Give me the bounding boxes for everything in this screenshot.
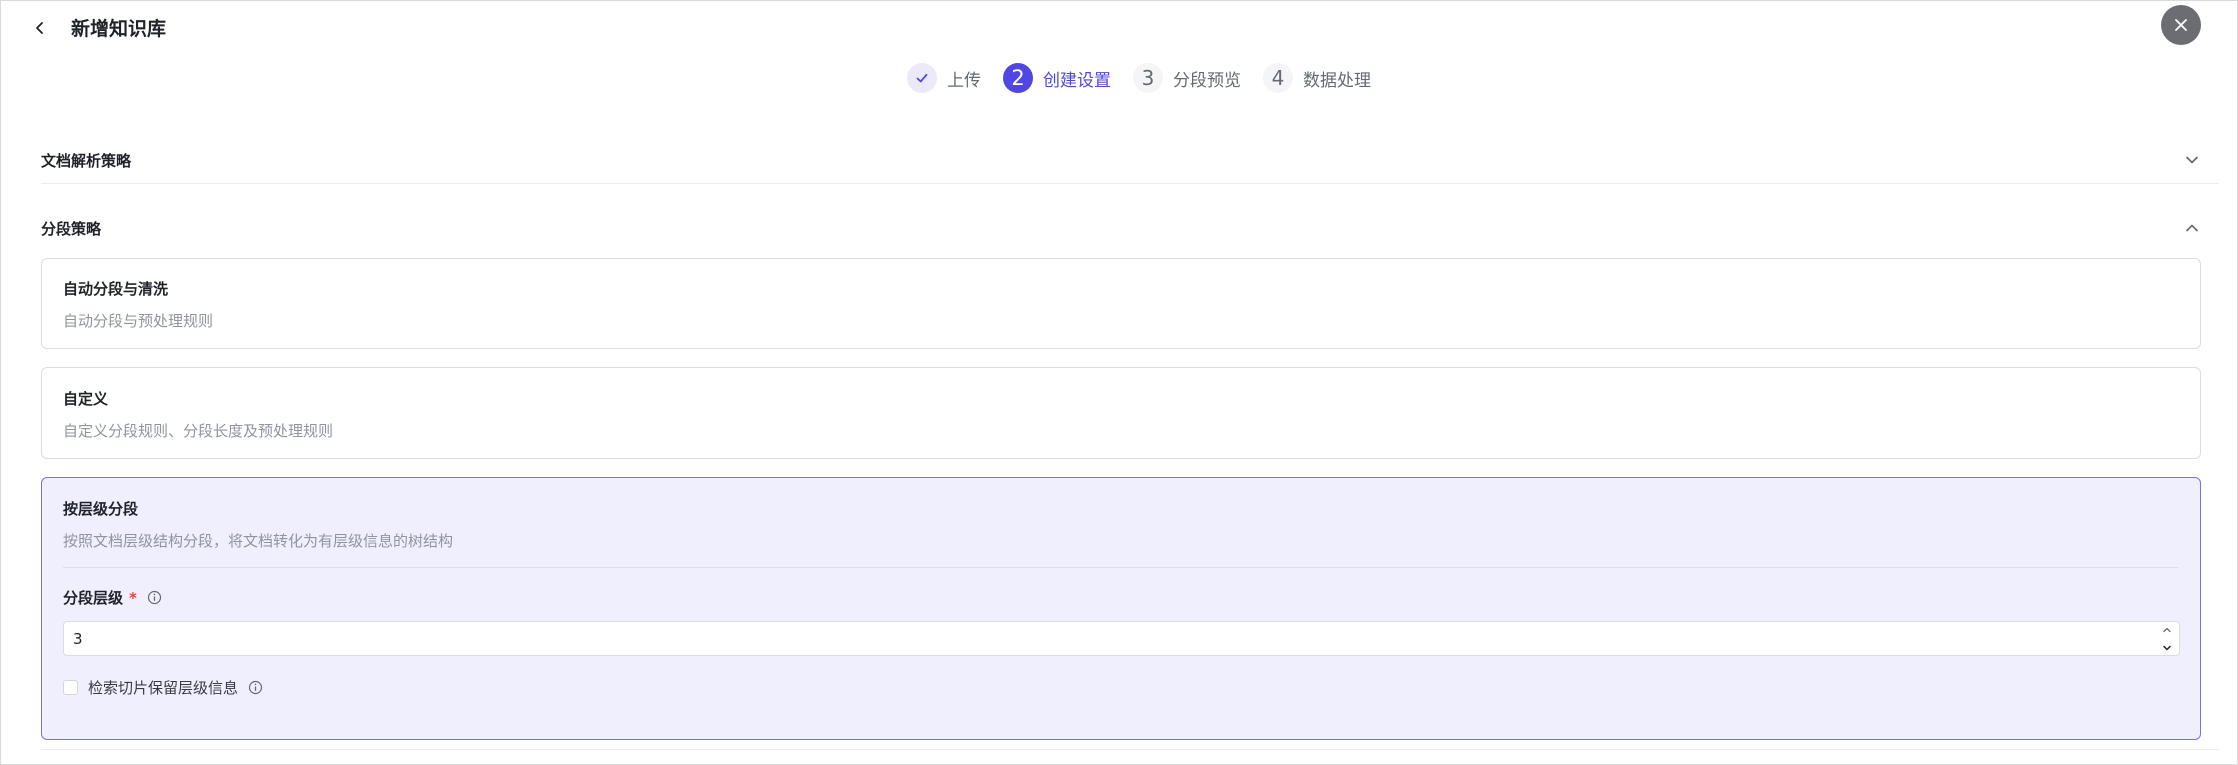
info-icon[interactable] bbox=[147, 590, 162, 605]
segment-level-label: 分段层级 * bbox=[63, 587, 162, 608]
chevron-up-icon bbox=[2186, 224, 2198, 232]
option-hierarchy-segment[interactable]: 按层级分段 按照文档层级结构分段，将文档转化为有层级信息的树结构 分段层级 * … bbox=[41, 477, 2201, 740]
step-done-indicator bbox=[907, 63, 937, 93]
info-icon[interactable] bbox=[248, 680, 263, 695]
step-label: 上传 bbox=[947, 70, 981, 91]
step-upload[interactable]: 上传 bbox=[907, 63, 981, 93]
back-button[interactable] bbox=[29, 17, 51, 39]
step-number: 3 bbox=[1133, 63, 1163, 93]
segment-level-value: 3 bbox=[73, 629, 83, 648]
keep-level-info-checkbox[interactable] bbox=[63, 680, 78, 695]
segment-level-input[interactable]: 3 bbox=[63, 621, 2180, 656]
option-title: 自动分段与清洗 bbox=[63, 280, 169, 298]
option-desc: 按照文档层级结构分段，将文档转化为有层级信息的树结构 bbox=[63, 532, 454, 550]
required-mark: * bbox=[129, 588, 137, 607]
section-parse-strategy[interactable]: 文档解析策略 bbox=[41, 140, 2201, 180]
option-title: 按层级分段 bbox=[63, 500, 139, 518]
option-custom-segment[interactable]: 自定义 自定义分段规则、分段长度及预处理规则 bbox=[41, 367, 2201, 459]
section-segment-strategy[interactable]: 分段策略 bbox=[41, 208, 2201, 248]
chevron-up-icon bbox=[2163, 627, 2171, 633]
keep-level-info-row: 检索切片保留层级信息 bbox=[63, 677, 263, 698]
chevron-down-icon bbox=[2163, 645, 2171, 651]
step-create-settings[interactable]: 2 创建设置 bbox=[1003, 63, 1111, 93]
chevron-left-icon bbox=[36, 22, 43, 34]
step-label: 创建设置 bbox=[1043, 70, 1111, 91]
close-icon bbox=[2175, 19, 2187, 31]
keep-level-info-label: 检索切片保留层级信息 bbox=[88, 679, 239, 697]
option-desc: 自动分段与预处理规则 bbox=[63, 312, 214, 330]
stepper: 上传 2 创建设置 3 分段预览 4 数据处理 bbox=[907, 62, 1393, 94]
page-title: 新增知识库 bbox=[71, 18, 167, 40]
field-label-text: 分段层级 bbox=[63, 589, 124, 607]
chevron-down-icon bbox=[2186, 156, 2198, 164]
option-title: 自定义 bbox=[63, 390, 109, 408]
check-icon bbox=[916, 73, 928, 83]
dialog-frame: 新增知识库 上传 2 创建设置 3 分段预览 4 数据处理 文档解析策略 分段策 bbox=[0, 0, 2238, 765]
step-label: 数据处理 bbox=[1303, 70, 1371, 91]
bottom-divider bbox=[41, 749, 2219, 750]
option-divider bbox=[63, 567, 2178, 568]
step-number: 2 bbox=[1003, 63, 1033, 93]
step-number: 4 bbox=[1263, 63, 1293, 93]
option-desc: 自定义分段规则、分段长度及预处理规则 bbox=[63, 422, 334, 440]
section-title: 分段策略 bbox=[41, 219, 102, 238]
step-label: 分段预览 bbox=[1173, 70, 1241, 91]
option-auto-segment[interactable]: 自动分段与清洗 自动分段与预处理规则 bbox=[41, 258, 2201, 349]
section-title: 文档解析策略 bbox=[41, 151, 132, 170]
step-data-processing[interactable]: 4 数据处理 bbox=[1263, 63, 1371, 93]
step-segment-preview[interactable]: 3 分段预览 bbox=[1133, 63, 1241, 93]
close-button[interactable] bbox=[2161, 5, 2201, 45]
number-stepper[interactable] bbox=[2161, 625, 2173, 653]
section-divider bbox=[41, 183, 2219, 184]
